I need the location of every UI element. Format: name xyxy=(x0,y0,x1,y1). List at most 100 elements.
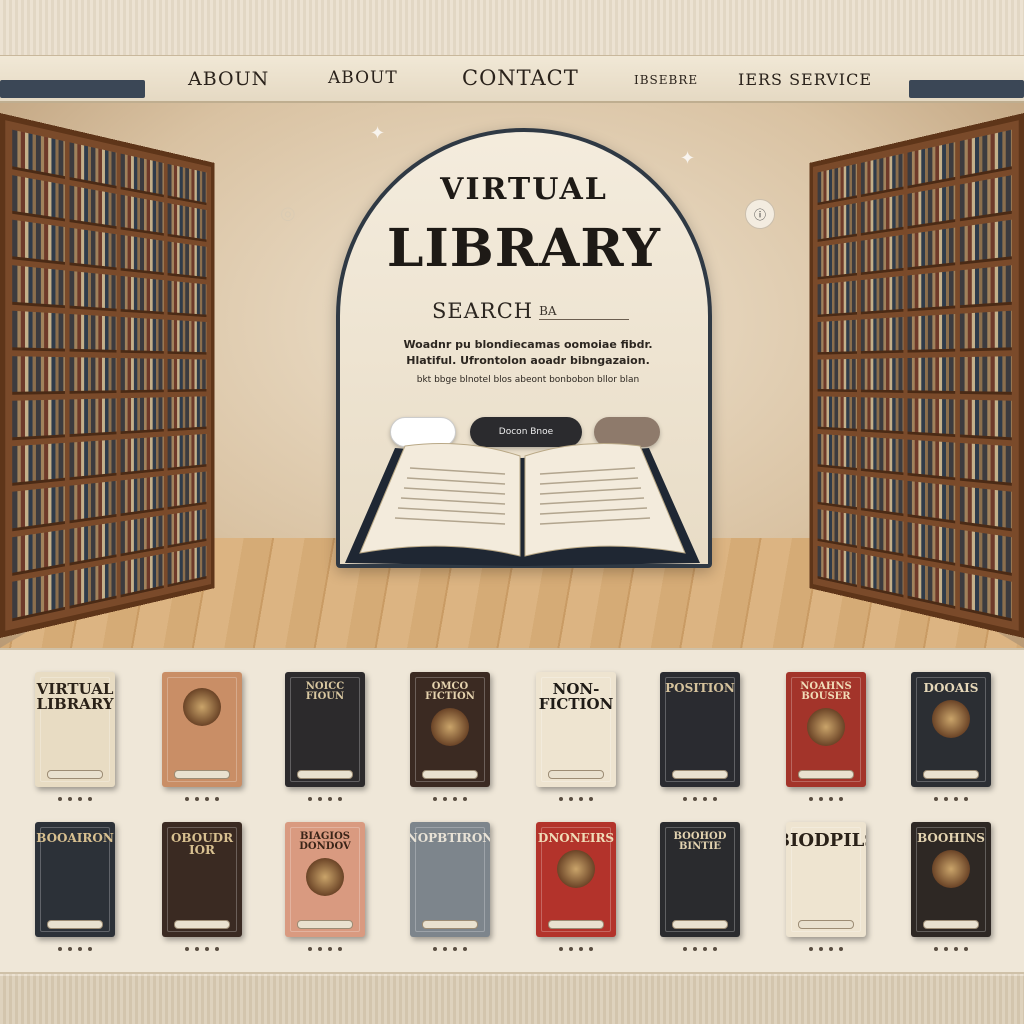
book-label-plate xyxy=(548,770,604,779)
shelf-cell xyxy=(817,433,857,471)
book-card[interactable]: DNONEIRS xyxy=(536,822,616,937)
nav-item-about[interactable]: ABOUT xyxy=(328,68,398,88)
book-card[interactable]: NOAHNS BOUSER xyxy=(786,672,866,787)
rating-dot xyxy=(185,797,189,801)
book-card[interactable] xyxy=(162,672,242,787)
shelf-cell xyxy=(860,316,904,354)
book-card[interactable]: POSITION xyxy=(660,672,740,787)
book-title: NOAHNS BOUSER xyxy=(800,681,852,702)
shelf-cell xyxy=(817,358,857,393)
shelf-cell xyxy=(12,355,65,396)
book-rating-dots xyxy=(536,947,616,951)
book-emblem-icon xyxy=(306,858,344,896)
book-card[interactable]: NOPBTIRON xyxy=(410,822,490,937)
rating-dot xyxy=(453,947,457,951)
book-card[interactable]: VIRTUAL LIBRARY xyxy=(35,672,115,787)
shelf-cell xyxy=(817,202,857,243)
book-rating-dots xyxy=(162,947,242,951)
book-label-plate xyxy=(923,920,979,929)
book-emblem-icon xyxy=(431,708,469,746)
shelf-cell xyxy=(120,514,164,557)
book-card[interactable]: NON- FICTION xyxy=(536,672,616,787)
book-card[interactable]: BIODPILS xyxy=(786,822,866,937)
shelf-cell xyxy=(959,442,1012,486)
book-card[interactable]: NOICC FIOUN xyxy=(285,672,365,787)
shelf-cell xyxy=(69,313,117,353)
book-card[interactable]: OBOUDR IOR xyxy=(162,822,242,937)
open-book-icon xyxy=(345,443,700,566)
rating-dot xyxy=(318,797,322,801)
hero-section: ✦ ✦ ◎ ⓘ VIRTUAL LIBRARY SEARCH Woadnr pu… xyxy=(0,103,1024,648)
rating-dot xyxy=(433,947,437,951)
rating-dot xyxy=(569,797,573,801)
shelf-cell xyxy=(959,220,1012,265)
book-rating-dots xyxy=(911,947,991,951)
rating-dot xyxy=(579,797,583,801)
book-card[interactable]: BIAGIOS DONDOV xyxy=(285,822,365,937)
book-emblem-icon xyxy=(932,850,970,888)
rating-dot xyxy=(683,947,687,951)
shelf-cell xyxy=(120,357,164,394)
shelf-cell xyxy=(69,398,117,438)
bookshelf-left xyxy=(0,113,215,638)
book-card[interactable]: DOOAIS xyxy=(911,672,991,787)
book-card[interactable]: OMCO FICTION xyxy=(410,672,490,787)
rating-dot xyxy=(569,947,573,951)
rating-dot xyxy=(68,947,72,951)
book-title: BOOAIRON xyxy=(36,831,114,845)
description-line2: Hlatiful. Ufrontolon aoadr bibngazaion. xyxy=(406,354,650,367)
nav-item-aboun[interactable]: ABOUN xyxy=(188,68,269,90)
rating-dot xyxy=(443,797,447,801)
rating-dot xyxy=(443,947,447,951)
rating-dot xyxy=(463,797,467,801)
rating-dot xyxy=(964,947,968,951)
book-rating-dots xyxy=(35,947,115,951)
book-label-plate xyxy=(47,770,103,779)
book-label-plate xyxy=(174,770,230,779)
shelf-cell xyxy=(12,220,65,265)
rating-dot xyxy=(713,797,717,801)
shelf-cell xyxy=(12,310,65,352)
nav-item-contact[interactable]: CONTACT xyxy=(462,66,579,90)
shelf-cell xyxy=(12,529,65,577)
book-title: NOICC FIOUN xyxy=(305,681,345,702)
book-title: BOOHOD BINTIE xyxy=(673,831,727,852)
rating-dot xyxy=(338,797,342,801)
shelf-cell xyxy=(167,471,207,510)
sparkle-icon: ◎ xyxy=(280,203,296,224)
search-input[interactable] xyxy=(539,302,630,320)
shelf-cell xyxy=(167,319,207,355)
shelf-cell xyxy=(860,276,904,315)
rating-dot xyxy=(328,797,332,801)
rating-dot xyxy=(559,947,563,951)
shelf-cell xyxy=(959,529,1012,577)
sparkle-icon: ✦ xyxy=(680,148,696,169)
bookshelf-right xyxy=(809,113,1024,638)
nav-item-ibsebre[interactable]: IBSEBRE xyxy=(634,73,698,87)
rating-dot xyxy=(954,797,958,801)
shelf-cell xyxy=(167,163,207,205)
rating-dot xyxy=(58,797,62,801)
shelf-cell xyxy=(959,399,1012,441)
shelf-cell xyxy=(817,396,857,432)
shelf-cell xyxy=(120,554,164,598)
rating-dot xyxy=(559,797,563,801)
book-rating-dots xyxy=(660,797,740,801)
top-navigation: ABOUN ABOUT CONTACT IBSEBRE IERS SERVICE xyxy=(0,55,1024,103)
info-icon[interactable]: ⓘ xyxy=(745,199,775,229)
book-card[interactable]: BOOAIRON xyxy=(35,822,115,937)
book-rating-dots xyxy=(410,947,490,951)
shelf-cell xyxy=(69,521,117,566)
shelf-cell xyxy=(860,397,904,435)
rating-dot xyxy=(68,797,72,801)
nav-item-services[interactable]: IERS SERVICE xyxy=(738,70,872,89)
rating-dot xyxy=(185,947,189,951)
book-card[interactable]: BOOHINS xyxy=(911,822,991,937)
shelf-cell xyxy=(69,270,117,312)
shelf-cell xyxy=(907,480,955,523)
shelf-cell xyxy=(907,439,955,480)
shelf-cell xyxy=(817,471,857,510)
description-line3: bkt bbge blnotel blos abeont bonbobon bl… xyxy=(416,375,640,385)
book-card[interactable]: BOOHOD BINTIE xyxy=(660,822,740,937)
book-title: VIRTUAL LIBRARY xyxy=(36,680,114,713)
